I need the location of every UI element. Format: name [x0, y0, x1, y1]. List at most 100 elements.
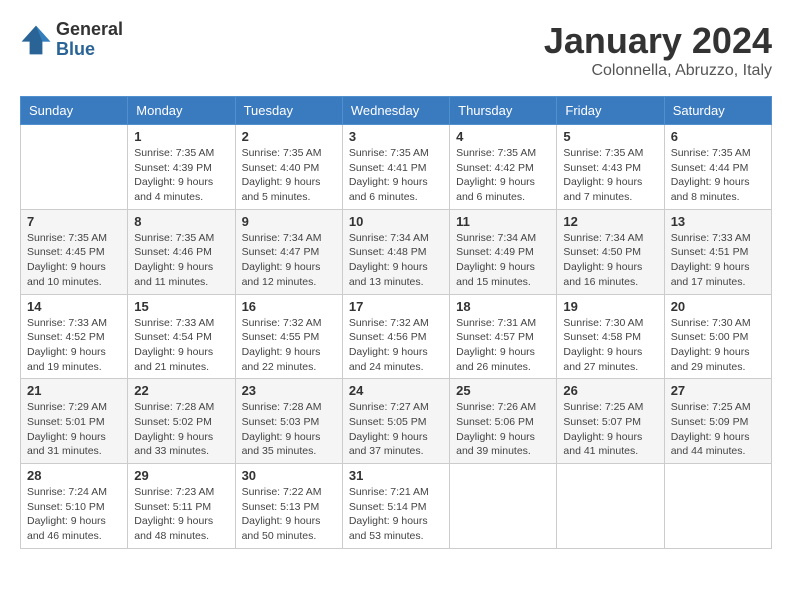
calendar-cell: 10 Sunrise: 7:34 AMSunset: 4:48 PMDayligh…	[342, 209, 449, 294]
day-info: Sunrise: 7:35 AMSunset: 4:39 PMDaylight:…	[134, 146, 228, 205]
page-header: General Blue January 2024 Colonnella, Ab…	[20, 20, 772, 80]
calendar-cell: 8 Sunrise: 7:35 AMSunset: 4:46 PMDaylight…	[128, 209, 235, 294]
day-number: 24	[349, 383, 443, 398]
day-number: 27	[671, 383, 765, 398]
calendar-cell: 26 Sunrise: 7:25 AMSunset: 5:07 PMDayligh…	[557, 379, 664, 464]
day-number: 16	[242, 299, 336, 314]
calendar-cell: 5 Sunrise: 7:35 AMSunset: 4:43 PMDaylight…	[557, 125, 664, 210]
calendar-cell: 4Sunrise: 7:35 AMSunset: 4:42 PMDaylight…	[450, 125, 557, 210]
calendar-cell: 16 Sunrise: 7:32 AMSunset: 4:55 PMDayligh…	[235, 294, 342, 379]
day-number: 3	[349, 129, 443, 144]
calendar-cell: 2 Sunrise: 7:35 AMSunset: 4:40 PMDaylight…	[235, 125, 342, 210]
calendar-week-row: 21 Sunrise: 7:29 AMSunset: 5:01 PMDayligh…	[21, 379, 772, 464]
day-number: 26	[563, 383, 657, 398]
day-info: Sunrise: 7:34 AMSunset: 4:49 PMDaylight:…	[456, 231, 550, 290]
weekday-header: Tuesday	[235, 97, 342, 125]
weekday-header: Sunday	[21, 97, 128, 125]
day-number: 5	[563, 129, 657, 144]
day-info: Sunrise: 7:25 AMSunset: 5:07 PMDaylight:…	[563, 400, 657, 459]
day-info: Sunrise: 7:21 AMSunset: 5:14 PMDaylight:…	[349, 485, 443, 544]
day-info: Sunrise: 7:23 AMSunset: 5:11 PMDaylight:…	[134, 485, 228, 544]
day-number: 20	[671, 299, 765, 314]
calendar-cell: 15Sunrise: 7:33 AMSunset: 4:54 PMDayligh…	[128, 294, 235, 379]
calendar-cell: 20 Sunrise: 7:30 AMSunset: 5:00 PMDayligh…	[664, 294, 771, 379]
calendar-cell: 9 Sunrise: 7:34 AMSunset: 4:47 PMDaylight…	[235, 209, 342, 294]
logo-blue: Blue	[56, 40, 123, 60]
day-info: Sunrise: 7:25 AMSunset: 5:09 PMDaylight:…	[671, 400, 765, 459]
day-info: Sunrise: 7:34 AMSunset: 4:50 PMDaylight:…	[563, 231, 657, 290]
calendar-week-row: 7 Sunrise: 7:35 AMSunset: 4:45 PMDaylight…	[21, 209, 772, 294]
day-info: Sunrise: 7:34 AMSunset: 4:47 PMDaylight:…	[242, 231, 336, 290]
weekday-header: Friday	[557, 97, 664, 125]
calendar-week-row: 14Sunrise: 7:33 AMSunset: 4:52 PMDayligh…	[21, 294, 772, 379]
day-info: Sunrise: 7:35 AMSunset: 4:45 PMDaylight:…	[27, 231, 121, 290]
calendar-cell: 30 Sunrise: 7:22 AMSunset: 5:13 PMDayligh…	[235, 464, 342, 549]
calendar-cell: 12 Sunrise: 7:34 AMSunset: 4:50 PMDayligh…	[557, 209, 664, 294]
calendar-cell	[21, 125, 128, 210]
weekday-header: Saturday	[664, 97, 771, 125]
day-info: Sunrise: 7:32 AMSunset: 4:55 PMDaylight:…	[242, 316, 336, 375]
day-info: Sunrise: 7:27 AMSunset: 5:05 PMDaylight:…	[349, 400, 443, 459]
day-number: 22	[134, 383, 228, 398]
day-info: Sunrise: 7:35 AMSunset: 4:41 PMDaylight:…	[349, 146, 443, 205]
day-number: 6	[671, 129, 765, 144]
calendar-cell: 23 Sunrise: 7:28 AMSunset: 5:03 PMDayligh…	[235, 379, 342, 464]
day-number: 29	[134, 468, 228, 483]
calendar-cell: 1Sunrise: 7:35 AMSunset: 4:39 PMDaylight…	[128, 125, 235, 210]
calendar-cell: 27 Sunrise: 7:25 AMSunset: 5:09 PMDayligh…	[664, 379, 771, 464]
logo-general: General	[56, 20, 123, 40]
logo: General Blue	[20, 20, 123, 60]
day-number: 9	[242, 214, 336, 229]
day-info: Sunrise: 7:22 AMSunset: 5:13 PMDaylight:…	[242, 485, 336, 544]
day-number: 19	[563, 299, 657, 314]
calendar-cell: 13Sunrise: 7:33 AMSunset: 4:51 PMDayligh…	[664, 209, 771, 294]
day-info: Sunrise: 7:24 AMSunset: 5:10 PMDaylight:…	[27, 485, 121, 544]
calendar-cell: 18Sunrise: 7:31 AMSunset: 4:57 PMDayligh…	[450, 294, 557, 379]
weekday-header: Wednesday	[342, 97, 449, 125]
title-block: January 2024 Colonnella, Abruzzo, Italy	[544, 20, 772, 80]
calendar-cell: 14Sunrise: 7:33 AMSunset: 4:52 PMDayligh…	[21, 294, 128, 379]
day-info: Sunrise: 7:28 AMSunset: 5:03 PMDaylight:…	[242, 400, 336, 459]
calendar-cell	[450, 464, 557, 549]
day-info: Sunrise: 7:30 AMSunset: 5:00 PMDaylight:…	[671, 316, 765, 375]
calendar-cell: 28Sunrise: 7:24 AMSunset: 5:10 PMDayligh…	[21, 464, 128, 549]
day-info: Sunrise: 7:34 AMSunset: 4:48 PMDaylight:…	[349, 231, 443, 290]
calendar-cell: 29 Sunrise: 7:23 AMSunset: 5:11 PMDayligh…	[128, 464, 235, 549]
day-number: 8	[134, 214, 228, 229]
calendar-week-row: 1Sunrise: 7:35 AMSunset: 4:39 PMDaylight…	[21, 125, 772, 210]
day-info: Sunrise: 7:26 AMSunset: 5:06 PMDaylight:…	[456, 400, 550, 459]
location: Colonnella, Abruzzo, Italy	[544, 62, 772, 80]
day-number: 30	[242, 468, 336, 483]
day-info: Sunrise: 7:35 AMSunset: 4:42 PMDaylight:…	[456, 146, 550, 205]
day-info: Sunrise: 7:35 AMSunset: 4:46 PMDaylight:…	[134, 231, 228, 290]
day-number: 12	[563, 214, 657, 229]
calendar-cell: 17 Sunrise: 7:32 AMSunset: 4:56 PMDayligh…	[342, 294, 449, 379]
day-info: Sunrise: 7:32 AMSunset: 4:56 PMDaylight:…	[349, 316, 443, 375]
day-number: 7	[27, 214, 121, 229]
day-number: 17	[349, 299, 443, 314]
calendar-cell: 3 Sunrise: 7:35 AMSunset: 4:41 PMDaylight…	[342, 125, 449, 210]
day-number: 2	[242, 129, 336, 144]
day-number: 11	[456, 214, 550, 229]
day-info: Sunrise: 7:33 AMSunset: 4:54 PMDaylight:…	[134, 316, 228, 375]
day-number: 25	[456, 383, 550, 398]
day-info: Sunrise: 7:35 AMSunset: 4:40 PMDaylight:…	[242, 146, 336, 205]
calendar-week-row: 28Sunrise: 7:24 AMSunset: 5:10 PMDayligh…	[21, 464, 772, 549]
day-info: Sunrise: 7:29 AMSunset: 5:01 PMDaylight:…	[27, 400, 121, 459]
day-info: Sunrise: 7:33 AMSunset: 4:52 PMDaylight:…	[27, 316, 121, 375]
day-info: Sunrise: 7:28 AMSunset: 5:02 PMDaylight:…	[134, 400, 228, 459]
day-number: 21	[27, 383, 121, 398]
day-number: 23	[242, 383, 336, 398]
logo-text: General Blue	[56, 20, 123, 60]
day-number: 10	[349, 214, 443, 229]
calendar-cell	[664, 464, 771, 549]
weekday-header-row: SundayMondayTuesdayWednesdayThursdayFrid…	[21, 97, 772, 125]
day-number: 31	[349, 468, 443, 483]
calendar-cell: 22 Sunrise: 7:28 AMSunset: 5:02 PMDayligh…	[128, 379, 235, 464]
day-info: Sunrise: 7:30 AMSunset: 4:58 PMDaylight:…	[563, 316, 657, 375]
day-number: 18	[456, 299, 550, 314]
day-info: Sunrise: 7:35 AMSunset: 4:43 PMDaylight:…	[563, 146, 657, 205]
calendar-cell: 21 Sunrise: 7:29 AMSunset: 5:01 PMDayligh…	[21, 379, 128, 464]
day-number: 13	[671, 214, 765, 229]
day-info: Sunrise: 7:35 AMSunset: 4:44 PMDaylight:…	[671, 146, 765, 205]
